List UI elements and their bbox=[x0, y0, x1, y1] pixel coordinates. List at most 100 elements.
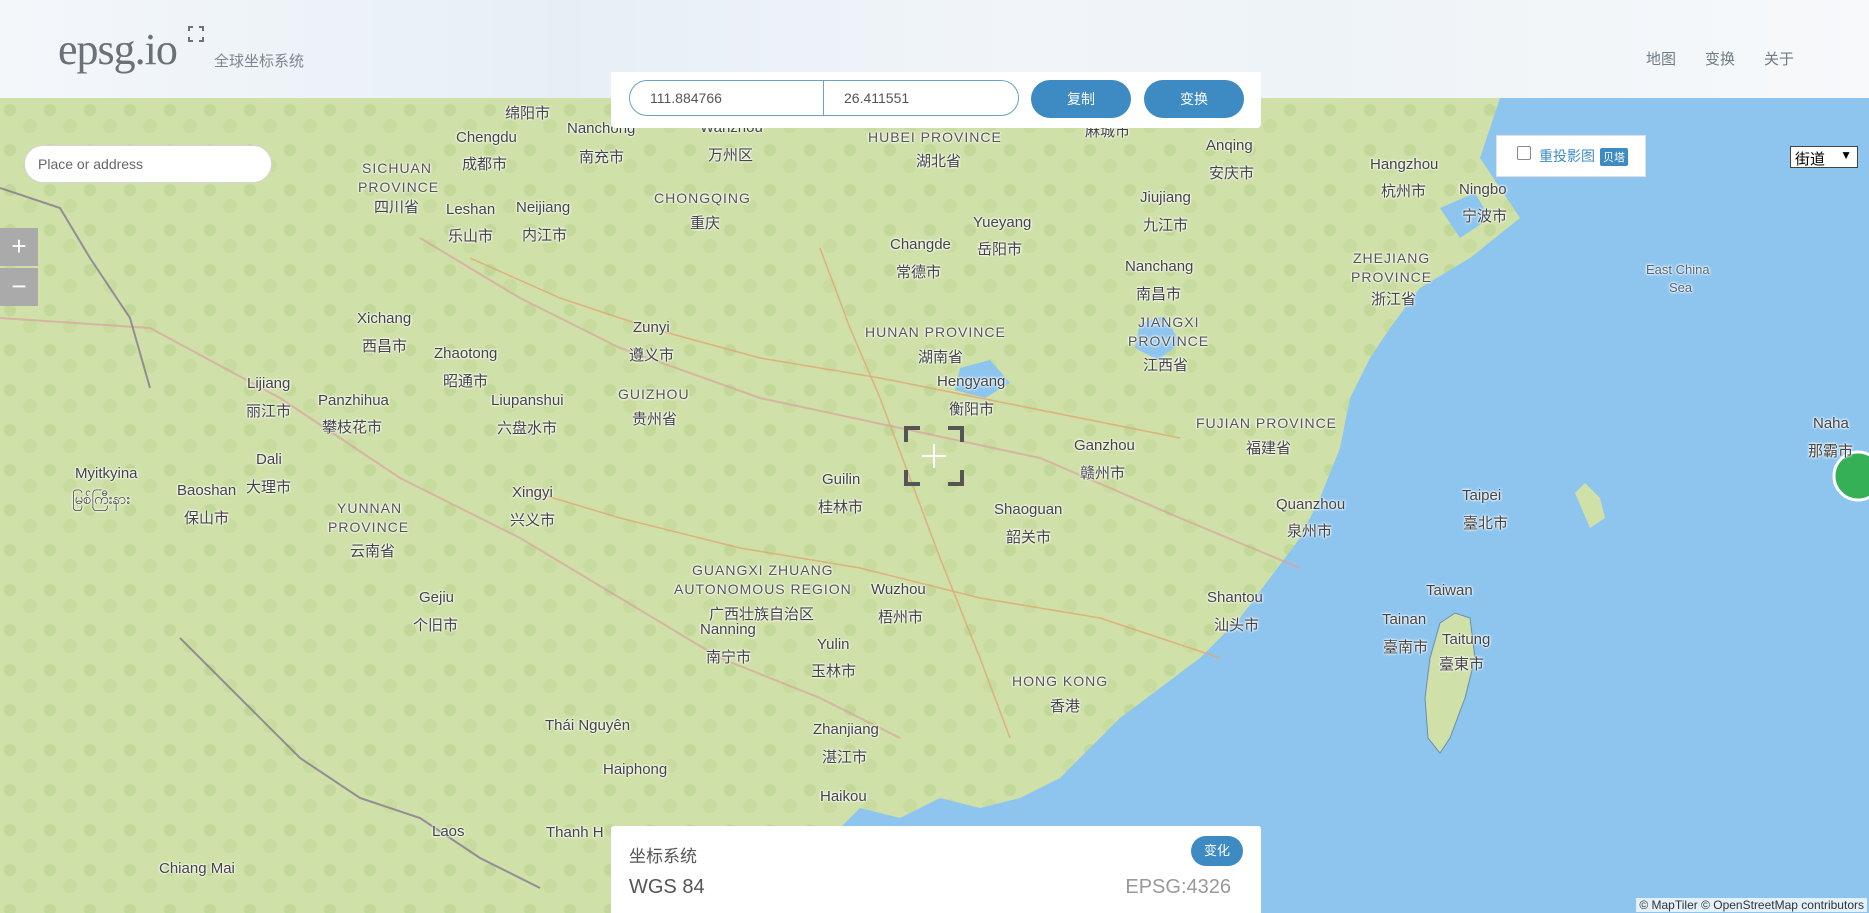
map-label: 云南省 bbox=[350, 543, 396, 560]
map-label: 兴义市 bbox=[510, 512, 556, 529]
map-label: 成都市 bbox=[462, 156, 508, 173]
map-label: Zhanjiang bbox=[813, 721, 879, 738]
map-label: Myitkyina bbox=[75, 465, 138, 482]
map-label: Anqing bbox=[1206, 137, 1253, 154]
map-label: Taiwan bbox=[1426, 582, 1473, 599]
map-label: Haikou bbox=[820, 788, 867, 805]
map-label: 江西省 bbox=[1143, 357, 1189, 374]
map-label: 丽江市 bbox=[246, 403, 292, 420]
place-search-input[interactable]: Place or address bbox=[24, 145, 272, 183]
map-label: Xingyi bbox=[512, 484, 553, 501]
map-label: 南宁市 bbox=[706, 649, 752, 666]
map-label: PROVINCE bbox=[1128, 333, 1210, 349]
map-label: Nanning bbox=[700, 621, 756, 638]
map-label: ZHEJIANG bbox=[1353, 250, 1431, 266]
nav-transform[interactable]: 变换 bbox=[1705, 48, 1735, 69]
logo[interactable]: epsg.io bbox=[58, 24, 178, 75]
map-label: PROVINCE bbox=[328, 519, 410, 535]
crs-panel: 坐标系统 WGS 84 EPSG:4326 变化 bbox=[611, 826, 1261, 913]
map-label: 臺南市 bbox=[1383, 639, 1429, 656]
map-label: 昭通市 bbox=[443, 373, 489, 390]
transform-button[interactable]: 变换 bbox=[1144, 80, 1244, 118]
map-label: Ganzhou bbox=[1074, 437, 1135, 454]
map-label: Yulin bbox=[817, 636, 850, 653]
map-label: Ningbo bbox=[1459, 181, 1507, 198]
map-label: 汕头市 bbox=[1214, 617, 1260, 634]
reproject-control: 重投影图 贝塔 bbox=[1496, 135, 1646, 177]
map-label: Jiujiang bbox=[1140, 189, 1191, 206]
map-label: Guilin bbox=[822, 471, 861, 488]
change-crs-button[interactable]: 变化 bbox=[1191, 836, 1243, 866]
reproject-checkbox[interactable] bbox=[1517, 146, 1531, 160]
map-label: 赣州市 bbox=[1080, 465, 1126, 482]
map-label: East China bbox=[1646, 262, 1710, 277]
map-label: Thanh H bbox=[546, 824, 604, 841]
nav-about[interactable]: 关于 bbox=[1764, 48, 1794, 69]
map-label: 个旧市 bbox=[413, 617, 459, 634]
tagline: 全球坐标系统 bbox=[214, 53, 305, 70]
map-label: 湖北省 bbox=[916, 153, 962, 170]
map-view[interactable]: 绵阳市 SICHUAN PROVINCE 四川省 Chengdu 成都市 Nanchong 南… bbox=[0, 98, 1869, 913]
map-label: 绵阳市 bbox=[505, 105, 551, 122]
map-label: 浙江省 bbox=[1371, 291, 1417, 308]
map-label: Haiphong bbox=[603, 761, 668, 778]
map-label: Thái Nguyên bbox=[545, 717, 631, 734]
map-label: 湛江市 bbox=[822, 749, 868, 766]
map-label: 梧州市 bbox=[878, 609, 924, 626]
map-label: Tainan bbox=[1382, 611, 1427, 628]
longitude-input[interactable]: 111.884766 bbox=[629, 80, 824, 116]
map-label: Liupanshui bbox=[491, 392, 564, 409]
map-label: 安庆市 bbox=[1209, 165, 1255, 182]
map-label: Laos bbox=[432, 823, 465, 840]
map-label: 桂林市 bbox=[818, 499, 864, 516]
map-label: Hangzhou bbox=[1370, 156, 1439, 173]
map-label: 重庆 bbox=[690, 215, 721, 232]
map-label: Lijiang bbox=[247, 375, 291, 392]
map-label: Hengyang bbox=[937, 373, 1006, 390]
crosshair-icon bbox=[904, 426, 964, 486]
map-label: Changde bbox=[890, 236, 951, 253]
zoom-in-button[interactable]: + bbox=[0, 228, 38, 266]
map-label: JIANGXI bbox=[1138, 314, 1200, 330]
map-label: Chiang Mai bbox=[159, 860, 235, 877]
beta-badge: 贝塔 bbox=[1600, 148, 1628, 166]
copy-button[interactable]: 复制 bbox=[1031, 80, 1131, 118]
map-label: 常德市 bbox=[896, 264, 942, 281]
map-label: GUANGXI ZHUANG bbox=[692, 562, 834, 578]
map-label: Gejiu bbox=[419, 589, 455, 606]
map-label: Baoshan bbox=[177, 482, 237, 499]
map-label: HUBEI PROVINCE bbox=[868, 129, 1002, 145]
map-label: 遵义市 bbox=[629, 347, 675, 364]
crs-title: 坐标系统 bbox=[629, 847, 697, 866]
crs-code: EPSG:4326 bbox=[1125, 876, 1231, 898]
map-label: 福建省 bbox=[1246, 440, 1292, 457]
map-label: Chengdu bbox=[456, 129, 517, 146]
map-label: Panzhihua bbox=[318, 392, 389, 409]
map-label: Zunyi bbox=[633, 319, 670, 336]
map-label: Yueyang bbox=[973, 214, 1032, 231]
map-label: Quanzhou bbox=[1276, 496, 1346, 513]
zoom-out-button[interactable]: − bbox=[0, 268, 38, 306]
layer-select[interactable]: 街道 ▼ bbox=[1790, 146, 1858, 168]
map-label: 岳阳市 bbox=[977, 241, 1023, 258]
map-label: FUJIAN PROVINCE bbox=[1196, 415, 1338, 431]
reproject-label[interactable]: 重投影图 bbox=[1539, 146, 1595, 166]
map-label: 玉林市 bbox=[811, 663, 857, 680]
map-label: 四川省 bbox=[374, 199, 420, 216]
map-label: 攀枝花市 bbox=[322, 419, 383, 436]
map-label: HONG KONG bbox=[1012, 673, 1109, 689]
map-label: 臺東市 bbox=[1439, 656, 1485, 673]
crs-name: WGS 84 bbox=[629, 876, 705, 898]
map-label: 韶关市 bbox=[1006, 529, 1052, 546]
map-label: Naha bbox=[1813, 415, 1849, 432]
map-attribution[interactable]: © MapTiler © OpenStreetMap contributors bbox=[1636, 898, 1867, 912]
map-label: SICHUAN bbox=[362, 160, 433, 176]
nav-map[interactable]: 地图 bbox=[1646, 48, 1676, 69]
map-label: 万州区 bbox=[708, 147, 754, 164]
logo-mark-icon bbox=[188, 26, 204, 42]
map-label: Xichang bbox=[357, 310, 412, 327]
latitude-input[interactable]: 26.411551 bbox=[823, 80, 1019, 116]
map-label: PROVINCE bbox=[1351, 269, 1433, 285]
map-label: CHONGQING bbox=[654, 190, 751, 206]
map-label: 宁波市 bbox=[1462, 208, 1508, 225]
